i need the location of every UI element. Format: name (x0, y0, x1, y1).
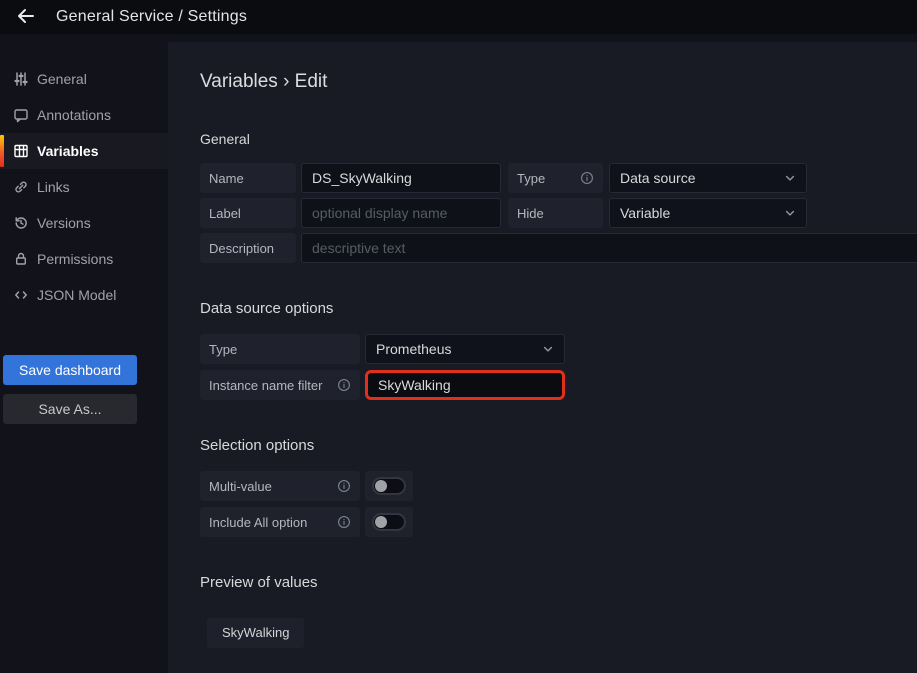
sidebar-item-label: Versions (37, 215, 91, 231)
sidebar-item-label: General (37, 71, 87, 87)
settings-sidebar: General Annotations Variables Links Vers… (0, 34, 168, 673)
description-input[interactable] (301, 233, 917, 263)
selection-options-heading: Selection options (200, 436, 917, 456)
type-field-label: Type (508, 163, 603, 193)
label-text: Label (209, 206, 241, 221)
include-all-row: Include All option (200, 507, 917, 537)
info-icon (337, 378, 351, 392)
hide-field-label: Hide (508, 198, 603, 228)
sidebar-item-versions[interactable]: Versions (0, 205, 168, 241)
sidebar-item-label: Variables (37, 143, 99, 159)
ds-type-row: Type Prometheus (200, 334, 917, 364)
table-grid-icon (13, 143, 29, 159)
toggle-knob (375, 480, 387, 492)
label-text: Description (209, 241, 274, 256)
sidebar-item-general[interactable]: General (0, 61, 168, 97)
toggle-knob (375, 516, 387, 528)
label-hide-row: Label Hide Variable (200, 198, 917, 228)
label-field-label: Label (200, 198, 296, 228)
sidebar-item-links[interactable]: Links (0, 169, 168, 205)
save-as-button[interactable]: Save As... (3, 394, 137, 424)
toggle-track (372, 513, 406, 531)
active-indicator (0, 135, 4, 167)
sidebar-item-label: Permissions (37, 251, 113, 267)
description-row: Description (200, 233, 917, 263)
preview-of-values-heading: Preview of values (200, 573, 917, 593)
sidebar-item-annotations[interactable]: Annotations (0, 97, 168, 133)
name-field-label: Name (200, 163, 296, 193)
label-text: Type (517, 171, 545, 186)
sidebar-item-permissions[interactable]: Permissions (0, 241, 168, 277)
settings-content: Variables › Edit General Name Type Data … (168, 42, 917, 673)
name-input[interactable] (301, 163, 501, 193)
variables-edit-heading: Variables › Edit (200, 70, 917, 94)
sidebar-item-label: Links (37, 179, 70, 195)
page-title: General Service / Settings (56, 8, 247, 26)
selected-value: Prometheus (376, 341, 451, 357)
sidebar-item-json-model[interactable]: JSON Model (0, 277, 168, 313)
code-brackets-icon (13, 287, 29, 303)
datasource-options-heading: Data source options (200, 299, 917, 319)
save-dashboard-button[interactable]: Save dashboard (3, 355, 137, 385)
multi-value-toggle[interactable] (365, 471, 413, 501)
lock-icon (13, 251, 29, 267)
label-text: Hide (517, 206, 544, 221)
history-icon (13, 215, 29, 231)
comment-icon (13, 107, 29, 123)
toggle-track (372, 477, 406, 495)
chevron-down-icon (542, 343, 554, 355)
chevron-down-icon (784, 172, 796, 184)
selected-value: Data source (620, 170, 695, 186)
instance-filter-field-label: Instance name filter (200, 370, 360, 400)
sidebar-item-variables[interactable]: Variables (0, 133, 168, 169)
back-button[interactable] (12, 3, 40, 31)
preview-value-chip: SkyWalking (207, 618, 304, 648)
label-text: Type (209, 342, 237, 357)
label-text: Include All option (209, 515, 307, 530)
label-text: Multi-value (209, 479, 272, 494)
datasource-type-select[interactable]: Prometheus (365, 334, 565, 364)
description-field-label: Description (200, 233, 296, 263)
name-type-row: Name Type Data source (200, 163, 917, 193)
sidebar-item-label: Annotations (37, 107, 111, 123)
info-icon (337, 515, 351, 529)
topbar: General Service / Settings (0, 0, 917, 34)
hide-select[interactable]: Variable (609, 198, 807, 228)
instance-name-filter-input[interactable] (365, 370, 565, 400)
ds-type-field-label: Type (200, 334, 360, 364)
type-select[interactable]: Data source (609, 163, 807, 193)
include-all-toggle[interactable] (365, 507, 413, 537)
info-icon (337, 479, 351, 493)
chevron-down-icon (784, 207, 796, 219)
link-icon (13, 179, 29, 195)
sidebar-item-label: JSON Model (37, 287, 116, 303)
multi-value-field-label: Multi-value (200, 471, 360, 501)
general-section-heading: General (200, 130, 917, 148)
sliders-icon (13, 71, 29, 87)
include-all-field-label: Include All option (200, 507, 360, 537)
instance-filter-row: Instance name filter (200, 370, 917, 400)
info-icon (580, 171, 594, 185)
multi-value-row: Multi-value (200, 471, 917, 501)
label-text: Name (209, 171, 244, 186)
label-text: Instance name filter (209, 378, 322, 393)
label-input[interactable] (301, 198, 501, 228)
selected-value: Variable (620, 205, 670, 221)
arrow-left-icon (16, 6, 36, 29)
